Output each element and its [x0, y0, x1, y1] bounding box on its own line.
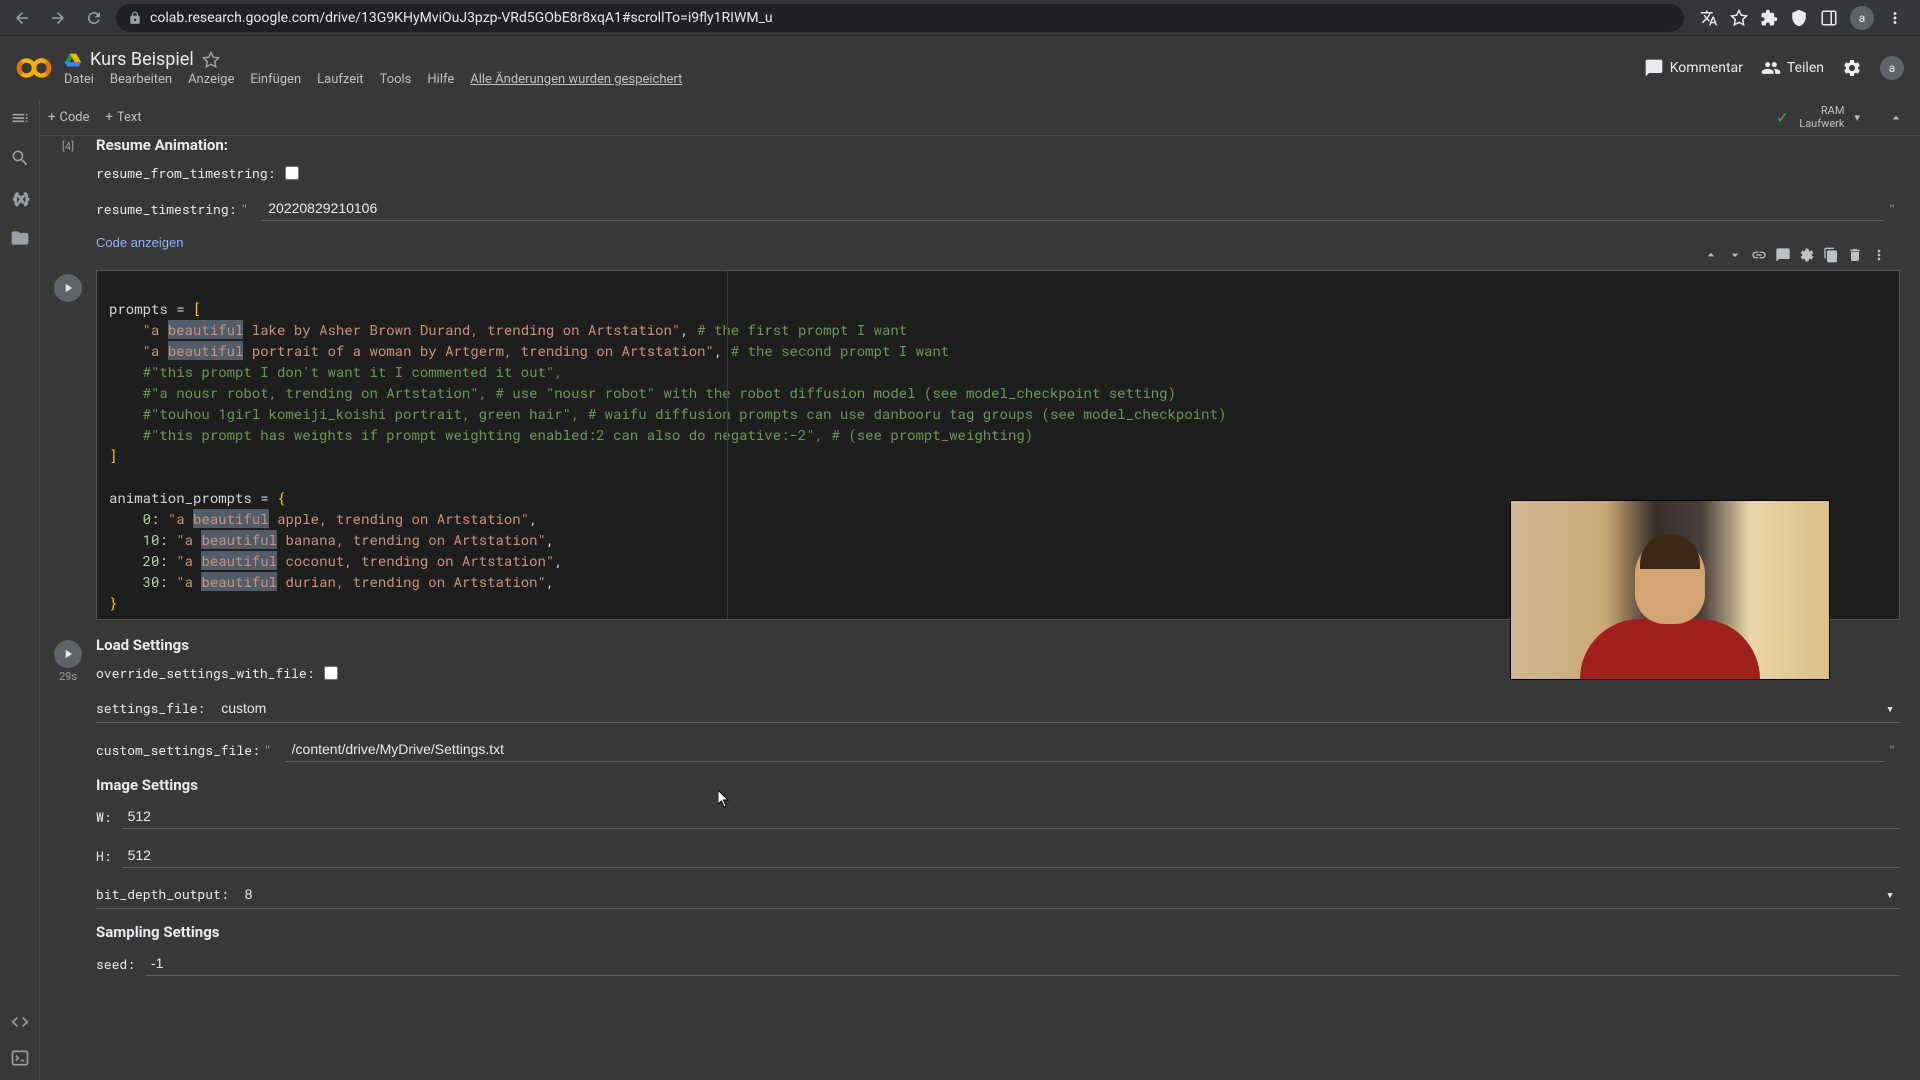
move-up-icon[interactable] — [1703, 247, 1719, 263]
resources-indicator[interactable]: ✓ RAM Laufwerk ▾ — [1776, 105, 1860, 129]
share-button[interactable]: Teilen — [1761, 58, 1824, 78]
comment-button[interactable]: Kommentar — [1644, 58, 1743, 78]
cell-load-settings: 29s Load Settings override_settings_with… — [40, 636, 1920, 976]
check-icon: ✓ — [1776, 108, 1789, 127]
menu-datei[interactable]: Datei — [64, 72, 94, 87]
cell-resume-animation: [4] Resume Animation: resume_from_timest… — [40, 136, 1920, 250]
url-bar[interactable]: colab.research.google.com/drive/13G9KHyM… — [116, 4, 1684, 32]
w-input[interactable] — [122, 804, 1900, 829]
menu-tools[interactable]: Tools — [380, 72, 412, 87]
menu-anzeige[interactable]: Anzeige — [188, 72, 234, 87]
panel-icon[interactable] — [1820, 9, 1838, 27]
folder-icon[interactable] — [10, 228, 30, 248]
bit-depth-label: bit_depth_output: — [96, 885, 229, 903]
drive-icon — [64, 51, 82, 69]
quote-open: " — [236, 200, 252, 218]
seed-input[interactable] — [145, 951, 1900, 976]
menu-laufzeit[interactable]: Laufzeit — [317, 72, 363, 87]
quote-close: " — [1884, 200, 1900, 218]
override-label: override_settings_with_file: — [96, 664, 314, 682]
terminal-icon[interactable] — [10, 1048, 30, 1068]
save-status: Alle Änderungen wurden gespeichert — [470, 72, 682, 87]
settings-file-select[interactable] — [215, 696, 1886, 720]
collapse-up-icon[interactable] — [1888, 110, 1904, 126]
back-button[interactable] — [8, 4, 36, 32]
url-text: colab.research.google.com/drive/13G9KHyM… — [150, 10, 773, 26]
doc-title-row: Kurs Beispiel — [64, 49, 1632, 70]
delete-cell-icon[interactable] — [1847, 247, 1863, 263]
run-button[interactable] — [54, 640, 82, 668]
doc-title[interactable]: Kurs Beispiel — [90, 49, 194, 70]
resume-timestring-input[interactable] — [262, 196, 1884, 221]
search-icon[interactable] — [10, 148, 30, 168]
add-code-button[interactable]: +Code — [48, 110, 90, 125]
link-cell-icon[interactable] — [1751, 247, 1767, 263]
settings-file-label: settings_file: — [96, 699, 205, 717]
exec-time: 29s — [59, 670, 77, 683]
svg-text:{x}: {x} — [13, 192, 29, 207]
section-title-sampling: Sampling Settings — [96, 923, 1900, 941]
chevron-down-icon[interactable]: ▾ — [1886, 885, 1900, 903]
section-title-resume: Resume Animation: — [96, 136, 1900, 154]
star-doc-icon[interactable] — [202, 51, 220, 69]
custom-settings-input[interactable] — [286, 737, 1885, 762]
resume-from-label: resume_from_timestring: — [96, 164, 275, 182]
settings-cell-icon[interactable] — [1799, 247, 1815, 263]
menu-einfuegen[interactable]: Einfügen — [250, 72, 301, 87]
custom-settings-label: custom_settings_file: — [96, 741, 260, 759]
browser-actions: a — [1692, 6, 1912, 30]
star-icon[interactable] — [1730, 9, 1748, 27]
colab-logo-icon — [16, 50, 52, 86]
chevron-down-icon[interactable]: ▾ — [1886, 699, 1900, 717]
more-cell-icon[interactable] — [1871, 247, 1887, 263]
move-down-icon[interactable] — [1727, 247, 1743, 263]
exec-count: [4] — [62, 140, 74, 153]
h-input[interactable] — [122, 843, 1900, 868]
chevron-down-icon: ▾ — [1854, 111, 1860, 124]
colab-header: Kurs Beispiel Datei Bearbeiten Anzeige E… — [0, 36, 1920, 100]
shield-icon[interactable] — [1790, 9, 1808, 27]
run-button[interactable] — [54, 274, 82, 302]
comment-cell-icon[interactable] — [1775, 247, 1791, 263]
menu-icon[interactable] — [1886, 9, 1904, 27]
w-label: W: — [96, 808, 112, 826]
resume-from-checkbox[interactable] — [285, 166, 299, 180]
variables-icon[interactable]: {x} — [10, 188, 30, 208]
menu-bearbeiten[interactable]: Bearbeiten — [110, 72, 172, 87]
section-title-image: Image Settings — [96, 776, 1900, 794]
mirror-cell-icon[interactable] — [1823, 247, 1839, 263]
code-snippets-icon[interactable] — [10, 1012, 30, 1032]
menu-bar: Datei Bearbeiten Anzeige Einfügen Laufze… — [64, 72, 1632, 87]
seed-label: seed: — [96, 955, 135, 973]
menu-hilfe[interactable]: Hilfe — [427, 72, 454, 87]
translate-icon[interactable] — [1700, 9, 1718, 27]
user-avatar[interactable]: a — [1880, 56, 1904, 80]
gear-icon[interactable] — [1842, 58, 1862, 78]
webcam-overlay — [1510, 500, 1830, 680]
resume-timestring-label: resume_timestring: — [96, 200, 236, 218]
browser-bar: colab.research.google.com/drive/13G9KHyM… — [0, 0, 1920, 36]
add-text-button[interactable]: +Text — [106, 110, 142, 125]
bit-depth-select[interactable] — [239, 882, 1887, 906]
left-sidebar: {x} — [0, 100, 40, 1080]
cell-toolbar — [1695, 243, 1895, 267]
lock-icon — [128, 11, 142, 25]
override-checkbox[interactable] — [324, 666, 338, 680]
reload-button[interactable] — [80, 4, 108, 32]
toolbar: +Code +Text ✓ RAM Laufwerk ▾ — [0, 100, 1920, 136]
forward-button[interactable] — [44, 4, 72, 32]
browser-avatar[interactable]: a — [1850, 6, 1874, 30]
extensions-icon[interactable] — [1760, 9, 1778, 27]
show-code-link[interactable]: Code anzeigen — [96, 235, 1900, 250]
h-label: H: — [96, 847, 112, 865]
toc-icon[interactable] — [10, 108, 30, 128]
